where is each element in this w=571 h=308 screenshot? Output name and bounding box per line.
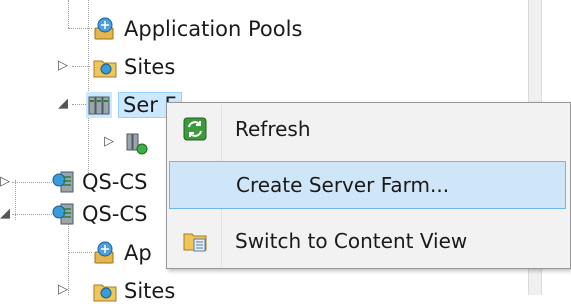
tree-node-application-pools[interactable]: Application Pools <box>92 12 302 46</box>
expand-icon[interactable]: ▷ <box>0 175 10 188</box>
tree-node-label: Ap <box>124 241 152 265</box>
collapse-icon[interactable]: ◢ <box>58 97 68 110</box>
context-menu: Refresh Create Server Farm... Switch to … <box>166 102 571 269</box>
collapse-icon[interactable]: ◢ <box>0 207 10 220</box>
refresh-icon <box>169 117 221 141</box>
tree-line <box>68 252 92 253</box>
tree-line <box>68 0 69 28</box>
server-farm-icon <box>124 130 150 156</box>
sites-icon <box>92 278 118 304</box>
menu-item-label: Create Server Farm... <box>236 173 450 197</box>
expand-icon[interactable]: ▷ <box>58 283 68 296</box>
menu-item-switch-to-content-view[interactable]: Switch to Content View <box>169 217 566 265</box>
tree-node-sites[interactable]: Sites <box>92 274 175 308</box>
tree-node-server[interactable]: QS-CS <box>50 165 147 199</box>
server-icon <box>50 201 76 227</box>
tree-node-label: QS-CS <box>82 202 148 226</box>
menu-item-label: Switch to Content View <box>235 229 468 253</box>
menu-item-create-server-farm[interactable]: Create Server Farm... <box>169 161 566 209</box>
app-pools-icon <box>92 16 118 42</box>
tree-node-sites[interactable]: Sites <box>92 50 175 84</box>
content-view-icon <box>169 228 221 254</box>
server-farms-icon <box>86 92 112 118</box>
server-icon <box>50 169 76 195</box>
expand-icon[interactable]: ▷ <box>104 135 114 148</box>
app-pools-icon <box>92 240 118 266</box>
tree-node-application-pools[interactable]: Ap <box>92 236 152 270</box>
tree-node-label: Sites <box>124 55 176 79</box>
tree-line <box>12 214 52 215</box>
menu-item-refresh[interactable]: Refresh <box>169 105 566 153</box>
expand-icon[interactable]: ▷ <box>58 59 68 72</box>
tree-node-label: Application Pools <box>124 17 303 41</box>
tree-node-server-farm[interactable] <box>124 126 156 160</box>
tree-node-label: QS-CS <box>82 170 148 194</box>
tree-line <box>72 66 90 67</box>
tree-line <box>68 222 69 295</box>
tree-line <box>12 182 52 183</box>
tree-node-label: Sites <box>124 279 176 303</box>
tree-node-server[interactable]: QS-CS <box>50 197 147 231</box>
menu-item-label: Refresh <box>235 117 311 141</box>
sites-icon <box>92 54 118 80</box>
